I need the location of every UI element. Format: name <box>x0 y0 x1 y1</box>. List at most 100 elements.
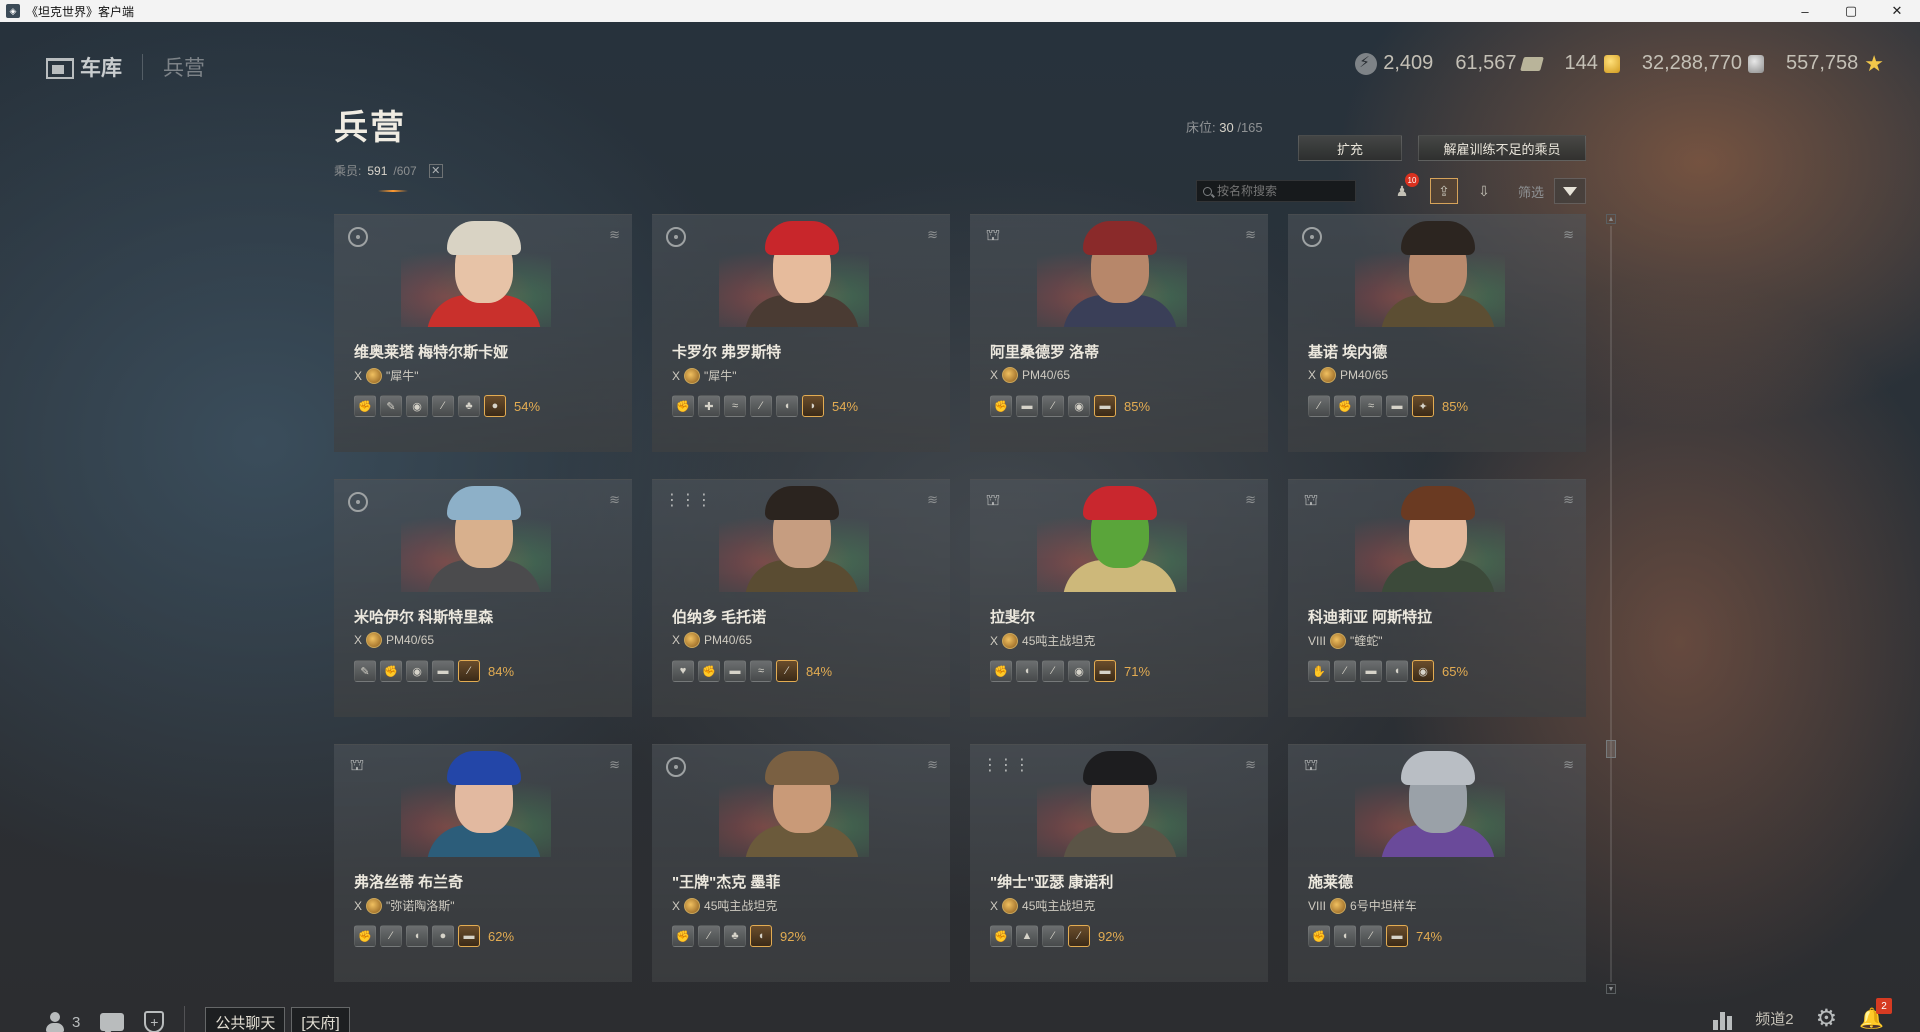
skill-icon[interactable]: ✊ <box>354 395 376 417</box>
skill-icon[interactable]: ⁄ <box>776 660 798 682</box>
skill-icon[interactable]: ✊ <box>1308 925 1330 947</box>
skill-icon[interactable]: ◖ <box>1016 660 1038 682</box>
scroll-thumb[interactable] <box>1606 740 1616 758</box>
skill-icon[interactable]: ◖ <box>776 395 798 417</box>
skill-icon[interactable]: ⁄ <box>1334 660 1356 682</box>
skill-icon[interactable]: ♥ <box>672 660 694 682</box>
skill-icon[interactable]: ✊ <box>990 925 1012 947</box>
skill-icon[interactable]: ▬ <box>1016 395 1038 417</box>
minimize-button[interactable]: – <box>1782 0 1828 22</box>
skill-icon[interactable]: ♣ <box>724 925 746 947</box>
crew-card[interactable]: ⛫ ≋ 拉斐尔 X 45吨主战坦克 ✊ ◖ ⁄ ◉ ▬ 71% <box>970 479 1268 717</box>
funnel-filter-button[interactable] <box>1554 178 1586 204</box>
crew-card[interactable]: ≋ "王牌"杰克 墨菲 X 45吨主战坦克 ✊ ⁄ ♣ ◖ 92% <box>652 744 950 982</box>
notification-icon[interactable]: 🔔 2 <box>1859 998 1892 1031</box>
skill-icon[interactable]: ✎ <box>380 395 402 417</box>
skill-icon[interactable]: ◉ <box>1068 660 1090 682</box>
channel-label[interactable]: 频道2 <box>1755 1008 1793 1029</box>
crew-card[interactable]: ⛫ ≋ 施莱德 VIII 6号中坦样车 ✊ ◖ ⁄ ▬ 74% <box>1288 744 1586 982</box>
crew-card[interactable]: ≋ 米哈伊尔 科斯特里森 X PM40/65 ✎ ✊ ◉ ▬ ⁄ 84% <box>334 479 632 717</box>
crew-card[interactable]: ⛫ ≋ 弗洛丝蒂 布兰奇 X "弥诺陶洛斯" ✊ ⁄ ◖ ● ▬ 62% <box>334 744 632 982</box>
skill-icon[interactable]: ✊ <box>380 660 402 682</box>
nav-garage[interactable]: 车库 <box>80 52 122 82</box>
skill-icon[interactable]: ▬ <box>1386 925 1408 947</box>
stats-icon[interactable] <box>1711 1008 1733 1030</box>
skill-icon[interactable]: ✊ <box>672 925 694 947</box>
skill-icon[interactable]: ✊ <box>990 660 1012 682</box>
skill-icon[interactable]: ◉ <box>406 395 428 417</box>
skill-icon[interactable]: ✚ <box>698 395 720 417</box>
skill-icon[interactable]: ▬ <box>724 660 746 682</box>
skill-icon[interactable]: ◗ <box>802 395 824 417</box>
skill-icon[interactable]: ⁄ <box>432 395 454 417</box>
skill-icon[interactable]: ⁄ <box>1042 660 1064 682</box>
clan-icon[interactable]: + <box>144 1011 165 1032</box>
skill-icon[interactable]: ⁄ <box>1360 925 1382 947</box>
crew-card[interactable]: ⛫ ≋ 科迪莉亚 阿斯特拉 VIII "蝰蛇" ✋ ⁄ ▬ ◖ ◉ 65% <box>1288 479 1586 717</box>
skill-icon[interactable]: ▬ <box>1094 660 1116 682</box>
free-xp[interactable]: 2,409 <box>1355 52 1433 75</box>
skill-icon[interactable]: ✋ <box>1308 660 1330 682</box>
crew-card[interactable]: ⋮⋮⋮ ≋ 伯纳多 毛托诺 X PM40/65 ♥ ✊ ▬ ≈ ⁄ 84% <box>652 479 950 717</box>
skill-icon[interactable]: ✊ <box>354 925 376 947</box>
skill-icon[interactable]: ✦ <box>1412 395 1434 417</box>
gold[interactable]: 144 <box>1564 52 1620 75</box>
skill-icon[interactable]: ⁄ <box>698 925 720 947</box>
skill-icon[interactable]: ▬ <box>458 925 480 947</box>
skill-icon[interactable]: ▬ <box>1386 395 1408 417</box>
skill-icon[interactable]: ⁄ <box>380 925 402 947</box>
skill-icon[interactable]: ▬ <box>432 660 454 682</box>
skill-icon[interactable]: ⁄ <box>458 660 480 682</box>
skill-icon[interactable]: ◖ <box>1334 925 1356 947</box>
crew-card[interactable]: ≋ 基诺 埃内德 X PM40/65 ⁄ ✊ ≈ ▬ ✦ 85% <box>1288 214 1586 452</box>
skill-icon[interactable]: ⁄ <box>1042 925 1064 947</box>
skill-icon[interactable]: ● <box>484 395 506 417</box>
skill-icon[interactable]: ♣ <box>458 395 480 417</box>
skill-icon[interactable]: ⁄ <box>1308 395 1330 417</box>
skill-icon[interactable]: ▬ <box>1360 660 1382 682</box>
skill-icon[interactable]: ≈ <box>724 395 746 417</box>
crew-card[interactable]: ≋ 卡罗尔 弗罗斯特 X "犀牛" ✊ ✚ ≈ ⁄ ◖ ◗ 54% <box>652 214 950 452</box>
expand-button[interactable]: 扩充 <box>1298 135 1402 161</box>
crew-card[interactable]: ≋ 维奥莱塔 梅特尔斯卡娅 X "犀牛" ✊ ✎ ◉ ⁄ ♣ ● 54% <box>334 214 632 452</box>
scroll-up-icon[interactable]: ▲ <box>1606 214 1616 224</box>
premium-xp[interactable]: 557,758 ★ <box>1786 52 1884 75</box>
skill-icon[interactable]: ● <box>432 925 454 947</box>
scroll-down-icon[interactable]: ▼ <box>1606 984 1616 994</box>
bonds[interactable]: 61,567 <box>1455 52 1545 75</box>
gear-icon[interactable]: ⚙ <box>1816 1006 1838 1031</box>
skill-icon[interactable]: ⁄ <box>1042 395 1064 417</box>
filter-crew-in-tank[interactable]: ♟ 10 <box>1388 173 1419 204</box>
skill-icon[interactable]: ◖ <box>406 925 428 947</box>
skill-icon[interactable]: ≈ <box>750 660 772 682</box>
restore-button[interactable]: ▢ <box>1828 0 1874 22</box>
skill-icon[interactable]: ✊ <box>1334 395 1356 417</box>
search-box[interactable] <box>1196 180 1356 202</box>
skill-icon[interactable]: ▬ <box>1094 395 1116 417</box>
crew-card[interactable]: ⋮⋮⋮ ≋ "绅士"亚瑟 康诺利 X 45吨主战坦克 ✊ ▲ ⁄ ⁄ 92% <box>970 744 1268 982</box>
filter-crew-dismissed[interactable]: ⇩ <box>1470 178 1498 204</box>
chat-icon[interactable] <box>100 1013 125 1032</box>
friends-button[interactable]: 3 <box>44 1011 80 1032</box>
dismiss-untrained-button[interactable]: 解雇训练不足的乘员 <box>1418 135 1586 161</box>
filter-crew-in-barracks[interactable]: ⇪ <box>1430 178 1458 204</box>
search-input[interactable] <box>1217 184 1347 198</box>
scrollbar[interactable]: ▲ ▼ <box>1606 214 1616 994</box>
close-button[interactable]: ✕ <box>1874 0 1920 22</box>
skill-icon[interactable]: ◉ <box>406 660 428 682</box>
scroll-track[interactable] <box>1610 226 1612 982</box>
skill-icon[interactable]: ◖ <box>750 925 772 947</box>
nav-barracks[interactable]: 兵营 <box>163 52 205 82</box>
skill-icon[interactable]: ◉ <box>1412 660 1434 682</box>
skill-icon[interactable]: ✎ <box>354 660 376 682</box>
skill-icon[interactable]: ✊ <box>698 660 720 682</box>
skill-icon[interactable]: ▲ <box>1016 925 1038 947</box>
skill-icon[interactable]: ✊ <box>672 395 694 417</box>
skill-icon[interactable]: ◉ <box>1068 395 1090 417</box>
clan-chat-button[interactable]: [天府] <box>291 1007 350 1032</box>
crew-card[interactable]: ⛫ ≋ 阿里桑德罗 洛蒂 X PM40/65 ✊ ▬ ⁄ ◉ ▬ 85% <box>970 214 1268 452</box>
skill-icon[interactable]: ◖ <box>1386 660 1408 682</box>
skill-icon[interactable]: ⁄ <box>750 395 772 417</box>
credits[interactable]: 32,288,770 <box>1642 52 1764 75</box>
public-chat-button[interactable]: 公共聊天 <box>205 1007 286 1032</box>
